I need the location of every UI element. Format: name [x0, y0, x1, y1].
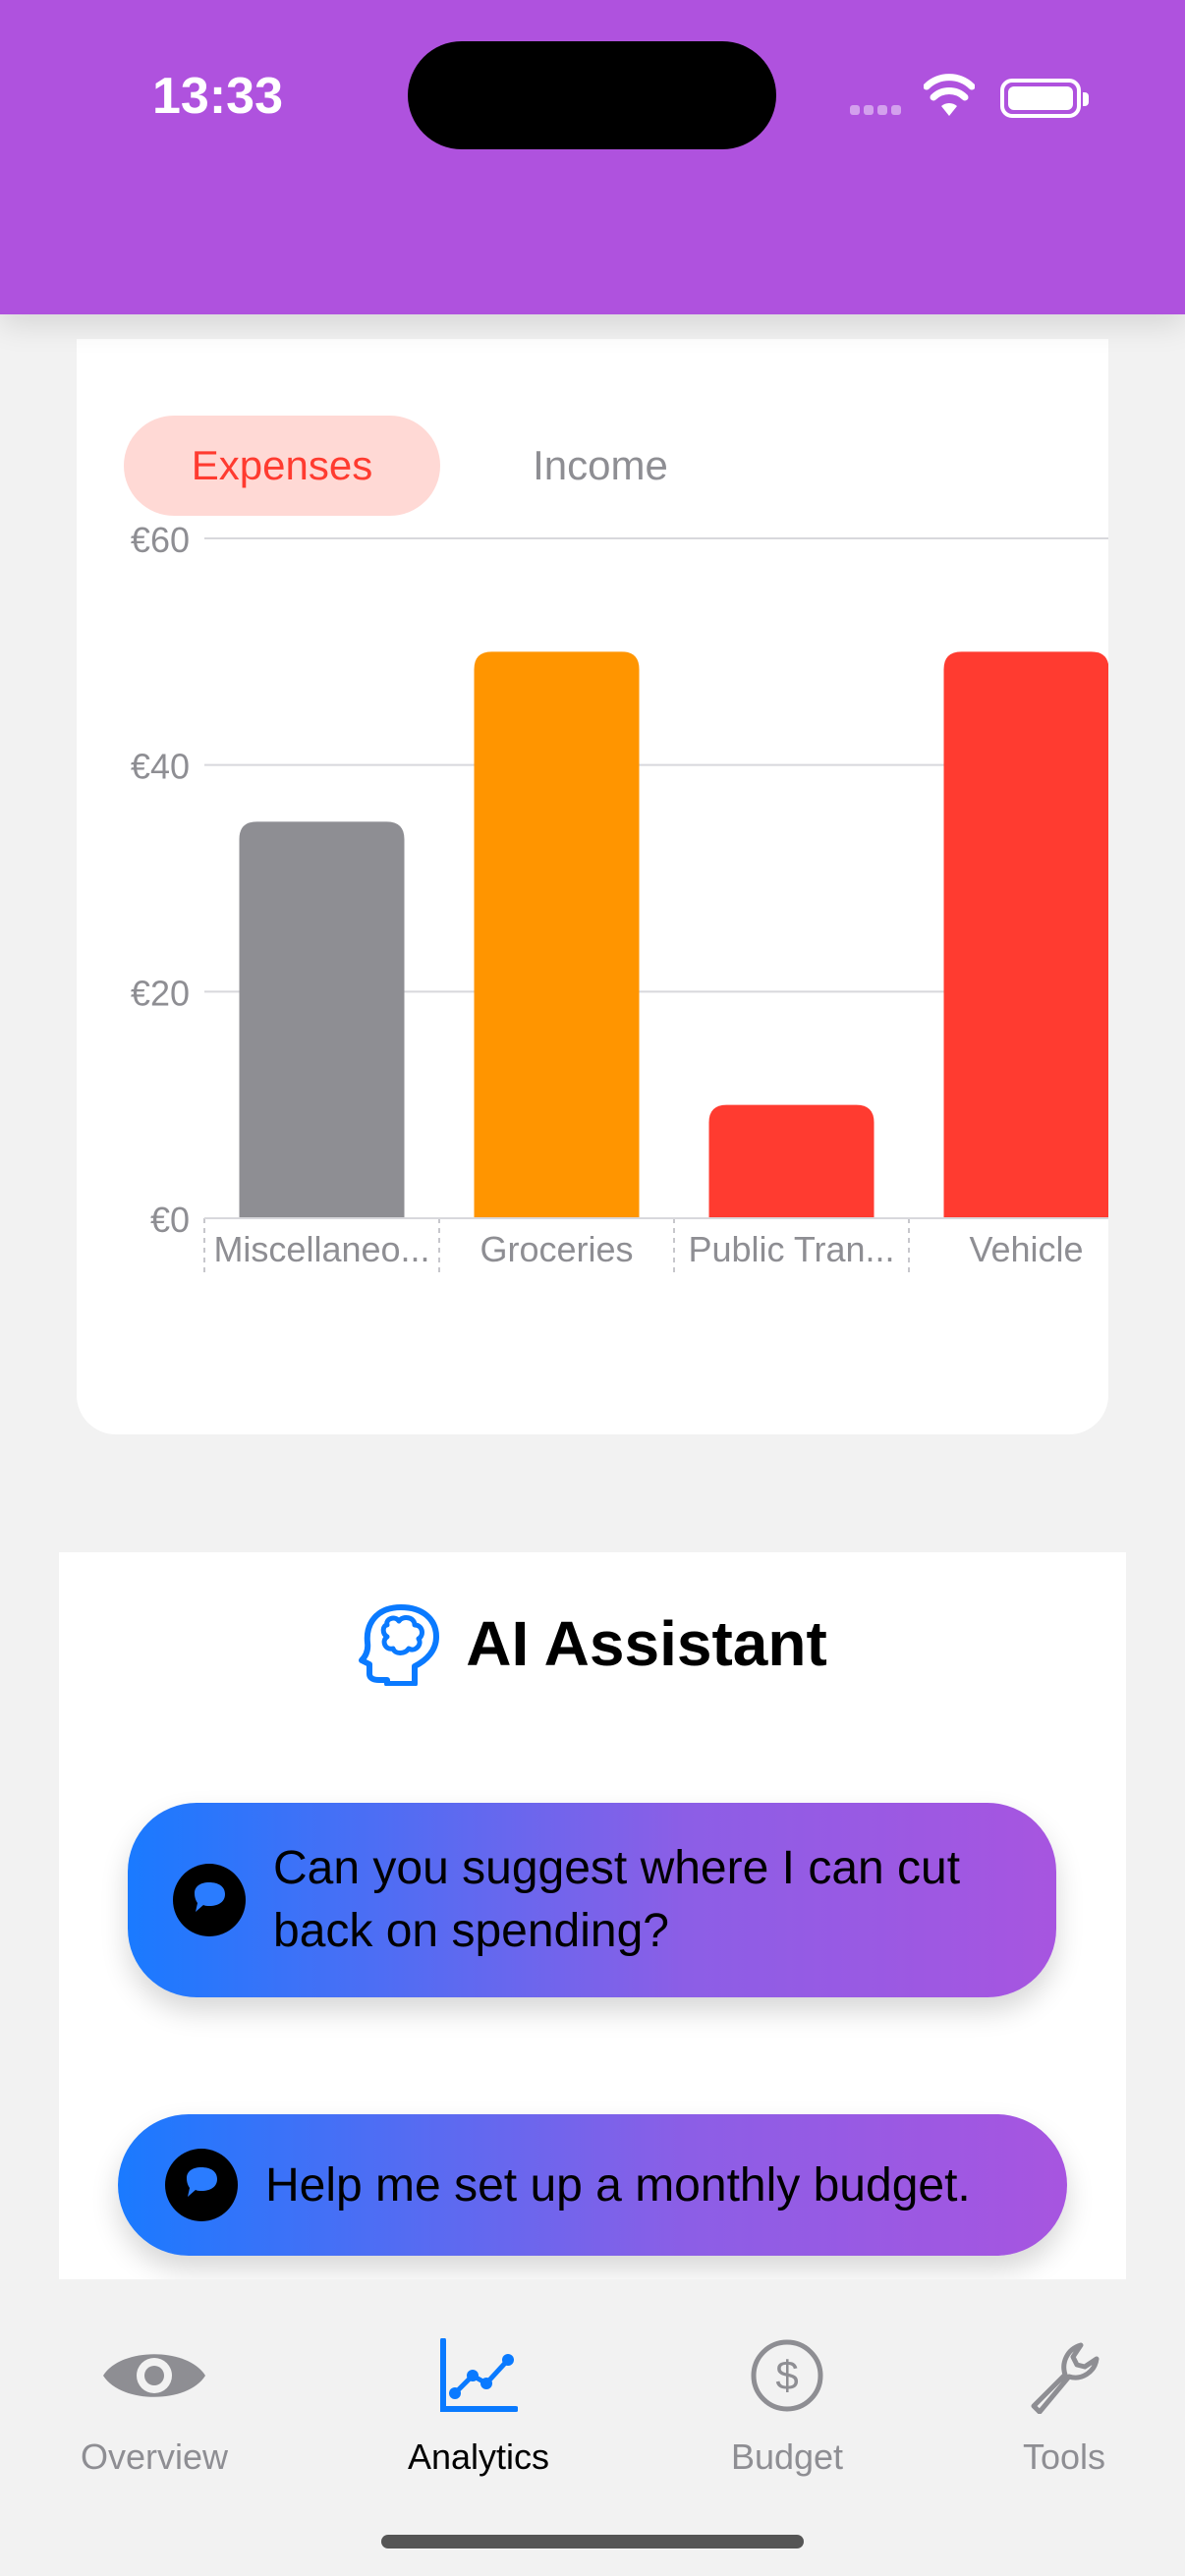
y-tick-label: €20	[131, 973, 190, 1013]
wifi-icon	[924, 74, 975, 116]
bar-2[interactable]	[474, 651, 640, 1218]
y-tick-label: €60	[131, 520, 190, 560]
x-tick-label: Vehicle	[969, 1229, 1083, 1269]
svg-text:$: $	[775, 2352, 798, 2398]
status-time: 13:33	[152, 68, 283, 125]
tab-overview[interactable]: Overview	[41, 2328, 267, 2478]
chat-bubble-icon	[173, 1864, 246, 1936]
suggestion-1-text: Can you suggest where I can cut back on …	[273, 1842, 961, 1957]
brain-head-icon	[359, 1604, 440, 1686]
tab-overview-label: Overview	[80, 2436, 229, 2477]
x-tick-label: Miscellaneo...	[213, 1229, 429, 1269]
tab-bar: Overview Analytics $ Budget Tools	[0, 2279, 1185, 2576]
suggestion-monthly-budget-button[interactable]: Help me set up a monthly budget.	[118, 2114, 1067, 2256]
y-tick-label: €40	[131, 747, 190, 787]
eye-icon	[103, 2354, 205, 2397]
bar-4[interactable]	[943, 651, 1109, 1218]
bar-3[interactable]	[708, 1104, 875, 1218]
wrench-icon	[1031, 2342, 1100, 2414]
dollar-icon: $	[751, 2339, 823, 2412]
expense-bar-chart: €0 €20 €40 €60 Miscellaneo... Groceries Public…	[131, 520, 1109, 1272]
chat-bubble-icon	[165, 2149, 238, 2221]
dynamic-island	[408, 41, 776, 149]
suggestion-2-text: Help me set up a monthly budget.	[265, 2158, 971, 2212]
y-tick-label: €0	[150, 1200, 190, 1240]
battery-icon	[1000, 79, 1089, 118]
status-bar: 13:33	[0, 0, 1185, 314]
tab-budget-label: Budget	[730, 2436, 844, 2477]
tab-analytics-label: Analytics	[407, 2436, 550, 2477]
tab-analytics[interactable]: Analytics	[366, 2328, 592, 2478]
ai-assistant-header: AI Assistant	[59, 1601, 1126, 1686]
x-tick-label: Groceries	[480, 1229, 633, 1269]
x-tick-label: Public Tran...	[688, 1229, 894, 1269]
chart-icon	[440, 2338, 518, 2412]
ai-assistant-title: AI Assistant	[466, 1608, 827, 1679]
analytics-chart-card: Expenses Income €0 €20 €40 €60 Miscellaneo..…	[77, 339, 1108, 1434]
cellular-signal-icon	[850, 102, 905, 120]
home-indicator[interactable]	[381, 2535, 804, 2548]
bar-1[interactable]	[239, 821, 405, 1218]
suggestion-cut-spending-button[interactable]: Can you suggest where I can cut back on …	[128, 1803, 1056, 1997]
tab-tools[interactable]: Tools	[951, 2328, 1177, 2478]
tab-tools-label: Tools	[1022, 2436, 1106, 2477]
tab-budget[interactable]: $ Budget	[674, 2328, 900, 2478]
ai-assistant-card: AI Assistant Can you suggest where I can…	[59, 1552, 1126, 2279]
